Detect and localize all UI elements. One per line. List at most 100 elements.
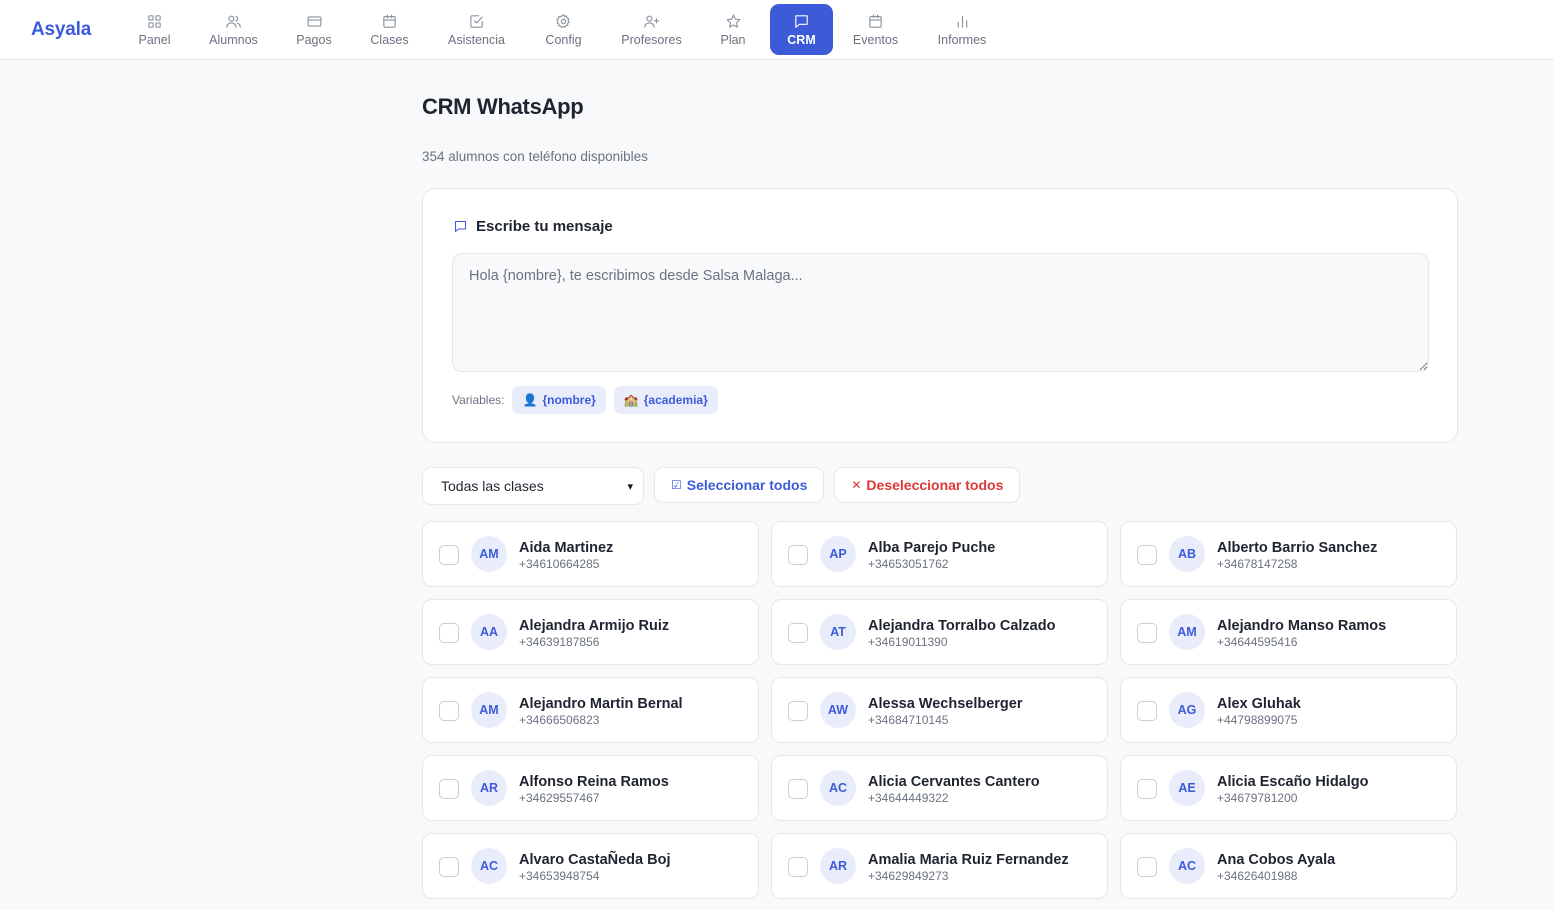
nav-item-clases[interactable]: Clases (346, 4, 433, 55)
student-card[interactable]: AM Alejandro Martin Bernal +34666506823 (422, 677, 759, 743)
nav-item-profesores[interactable]: Profesores (607, 4, 696, 55)
deselect-all-label: Deseleccionar todos (866, 477, 1004, 493)
student-checkbox[interactable] (788, 701, 808, 721)
student-phone: +34653051762 (868, 557, 949, 571)
student-name: Alba Parejo Puche (868, 540, 996, 556)
student-checkbox[interactable] (439, 779, 459, 799)
student-card[interactable]: AT Alejandra Torralbo Calzado +34619011390 (771, 599, 1108, 665)
student-card[interactable]: AA Alejandra Armijo Ruiz +34639187856 (422, 599, 759, 665)
bar-chart-icon (957, 15, 967, 28)
student-card[interactable]: AR Alfonso Reina Ramos +34629557467 (422, 755, 759, 821)
brand-logo[interactable]: Asyala (31, 19, 91, 41)
student-name: Alicia Cervantes Cantero (868, 774, 1040, 790)
student-checkbox[interactable] (1137, 545, 1157, 565)
student-checkbox[interactable] (788, 545, 808, 565)
student-checkbox[interactable] (439, 857, 459, 877)
student-phone: +34644449322 (868, 791, 949, 805)
variable-chip-nombre[interactable]: 👤 {nombre} (512, 386, 606, 414)
student-card[interactable]: AP Alba Parejo Puche +34653051762 (771, 521, 1108, 587)
avatar: AC (471, 848, 507, 884)
page-subtitle: 354 alumnos con teléfono disponibles (422, 149, 648, 164)
variables-row: Variables: 👤 {nombre} 🏫 {academia} (452, 386, 718, 414)
nav-item-config[interactable]: Config (520, 4, 607, 55)
student-card[interactable]: AE Alicia Escaño Hidalgo +34679781200 (1120, 755, 1457, 821)
student-phone: +34626401988 (1217, 869, 1298, 883)
variable-chip-label: {academia} (643, 393, 708, 407)
student-checkbox[interactable] (788, 779, 808, 799)
school-icon: 🏫 (623, 393, 639, 407)
user-icon: 👤 (522, 393, 538, 407)
avatar: AG (1169, 692, 1205, 728)
deselect-all-button[interactable]: ✕ Deseleccionar todos (834, 467, 1021, 503)
student-name: Alex Gluhak (1217, 696, 1301, 712)
student-card[interactable]: AC Ana Cobos Ayala +34626401988 (1120, 833, 1457, 899)
avatar: AE (1169, 770, 1205, 806)
nav-item-informes[interactable]: Informes (918, 4, 1006, 55)
nav-item-eventos[interactable]: Eventos (833, 4, 918, 55)
student-name: Alessa Wechselberger (868, 696, 1023, 712)
student-card[interactable]: AC Alicia Cervantes Cantero +34644449322 (771, 755, 1108, 821)
nav-item-crm[interactable]: CRM (770, 4, 833, 55)
users-icon (226, 15, 241, 28)
student-name: Alberto Barrio Sanchez (1217, 540, 1378, 556)
student-card[interactable]: AR Amalia Maria Ruiz Fernandez +3462984927… (771, 833, 1108, 899)
student-phone: +44798899075 (1217, 713, 1298, 727)
avatar: AB (1169, 536, 1205, 572)
calendar-icon (869, 14, 882, 28)
student-checkbox[interactable] (1137, 857, 1157, 877)
calendar-icon (383, 14, 396, 28)
student-name: Alfonso Reina Ramos (519, 774, 669, 790)
student-checkbox[interactable] (439, 701, 459, 721)
check-square-icon (470, 14, 483, 28)
message-icon (795, 14, 808, 28)
nav-item-asistencia[interactable]: Asistencia (433, 4, 520, 55)
nav-item-panel[interactable]: Panel (124, 4, 185, 55)
student-card[interactable]: AB Alberto Barrio Sanchez +34678147258 (1120, 521, 1457, 587)
student-checkbox[interactable] (788, 623, 808, 643)
student-checkbox[interactable] (439, 623, 459, 643)
student-phone: +34610664285 (519, 557, 600, 571)
avatar: AW (820, 692, 856, 728)
avatar: AM (1169, 614, 1205, 650)
select-all-label: Seleccionar todos (686, 477, 808, 493)
student-card[interactable]: AG Alex Gluhak +44798899075 (1120, 677, 1457, 743)
student-card[interactable]: AM Alejandro Manso Ramos +34644595416 (1120, 599, 1457, 665)
nav-item-plan[interactable]: Plan (696, 4, 770, 55)
variable-chip-academia[interactable]: 🏫 {academia} (613, 386, 718, 414)
class-filter-select[interactable]: Todas las clases ▾ (422, 467, 644, 505)
nav-item-alumnos[interactable]: Alumnos (185, 4, 282, 55)
filter-controls: Todas las clases ▾ ☑ Seleccionar todos ✕… (422, 467, 1021, 505)
student-checkbox[interactable] (1137, 623, 1157, 643)
student-checkbox[interactable] (1137, 701, 1157, 721)
student-phone: +34678147258 (1217, 557, 1298, 571)
avatar: AT (820, 614, 856, 650)
user-plus-icon (644, 15, 660, 28)
student-card[interactable]: AW Alessa Wechselberger +34684710145 (771, 677, 1108, 743)
student-phone: +34629557467 (519, 791, 600, 805)
nav-item-label: CRM (787, 32, 816, 47)
student-card[interactable]: AM Aida Martinez +34610664285 (422, 521, 759, 587)
student-checkbox[interactable] (1137, 779, 1157, 799)
composer-heading-label: Escribe tu mensaje (476, 218, 613, 235)
nav-item-label: Alumnos (209, 32, 258, 47)
student-checkbox[interactable] (788, 857, 808, 877)
avatar: AR (471, 770, 507, 806)
student-name: Alejandra Torralbo Calzado (868, 618, 1056, 634)
student-name: Alicia Escaño Hidalgo (1217, 774, 1369, 790)
message-textarea[interactable] (452, 253, 1429, 372)
student-card[interactable]: AC Alvaro CastaÑeda Boj +34653948754 (422, 833, 759, 899)
student-phone: +34644595416 (1217, 635, 1298, 649)
credit-card-icon (307, 15, 321, 27)
checkbox-icon: ☑ (671, 478, 682, 492)
star-icon (726, 14, 740, 28)
grid-icon (148, 14, 161, 28)
student-checkbox[interactable] (439, 545, 459, 565)
student-phone: +34684710145 (868, 713, 949, 727)
nav-item-pagos[interactable]: Pagos (282, 4, 346, 55)
student-name: Alejandra Armijo Ruiz (519, 618, 670, 634)
student-name: Aida Martinez (519, 540, 614, 556)
nav-item-label: Asistencia (448, 32, 505, 47)
student-name: Alvaro CastaÑeda Boj (519, 852, 671, 868)
select-all-button[interactable]: ☑ Seleccionar todos (654, 467, 825, 503)
nav-item-label: Clases (370, 32, 409, 47)
